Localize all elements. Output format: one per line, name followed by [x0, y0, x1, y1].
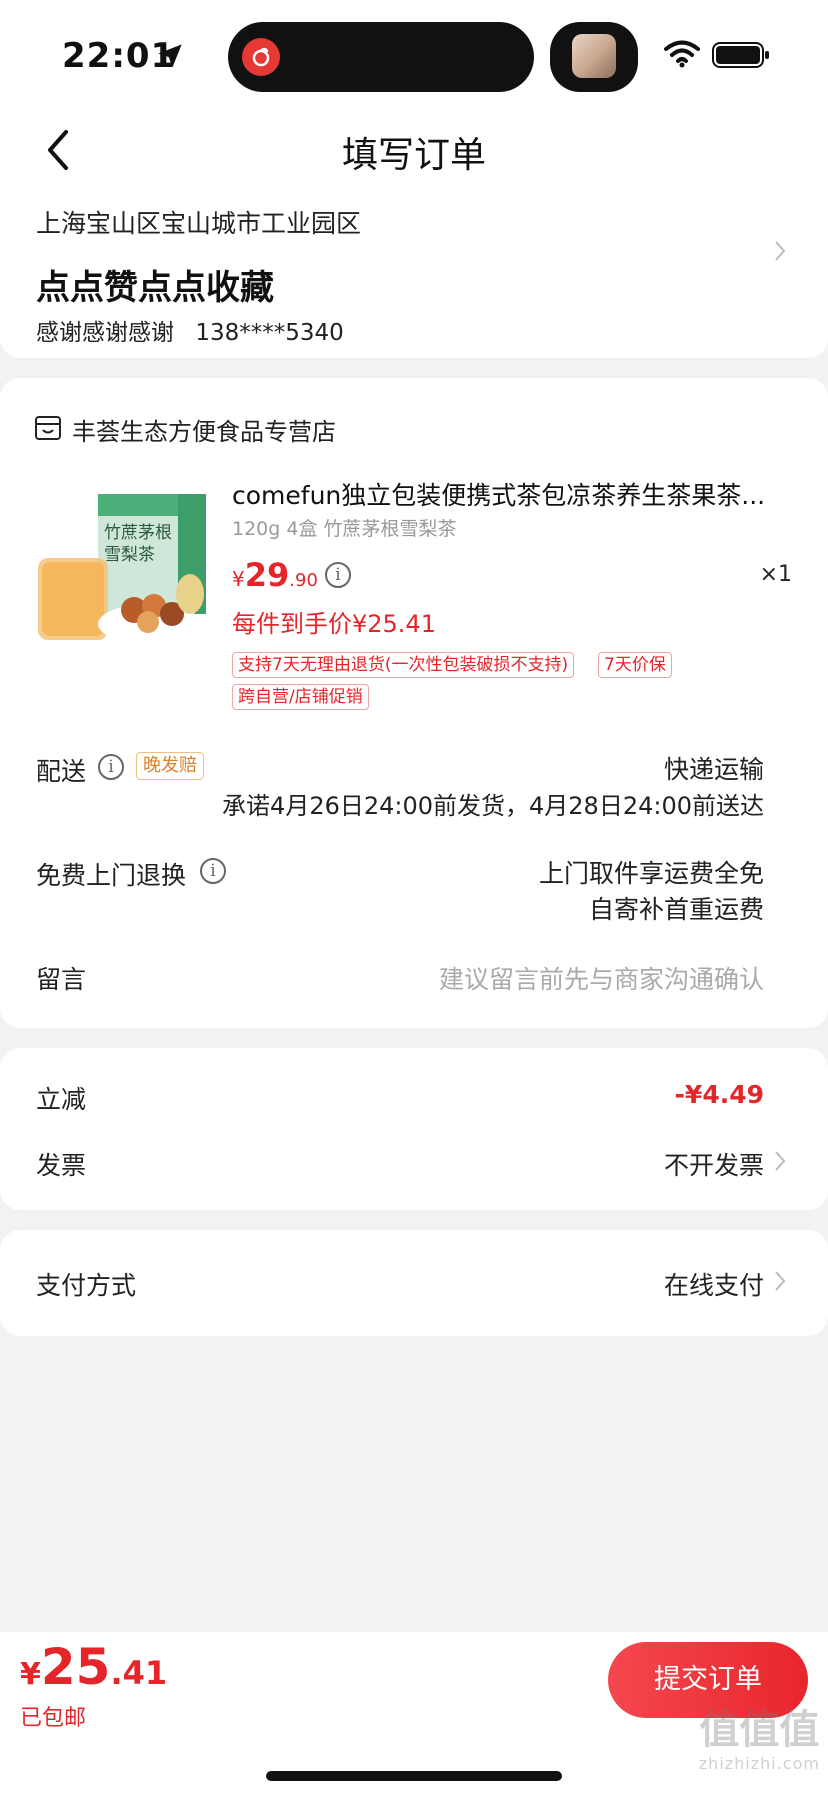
payment-label: 支付方式	[36, 1271, 137, 1300]
return-line2: 自寄补首重运费	[588, 895, 764, 924]
watermark-url: zhizhizhi.com	[698, 1754, 820, 1773]
payment-card[interactable]: 支付方式 在线支付	[0, 1230, 828, 1336]
total-price: ¥25.41	[20, 1638, 167, 1696]
battery-icon	[712, 42, 769, 68]
invoice-value[interactable]: 不开发票	[664, 1146, 764, 1182]
price-symbol: ¥	[232, 567, 245, 591]
product-image[interactable]: 竹蔗茅根 雪梨茶	[38, 486, 208, 646]
delivery-label: 配送	[36, 757, 87, 786]
recipient-phone: 138****5340	[195, 320, 344, 346]
status-bar: 22:01	[0, 0, 828, 110]
total-decimal: .41	[110, 1654, 168, 1692]
recipient-name: 感谢感谢感谢	[36, 320, 174, 346]
price-decimal: .90	[289, 570, 318, 591]
order-card: 丰荟生态方便食品专营店 竹蔗茅根 雪梨茶 comefun独立包装便携式茶包凉茶养…	[0, 378, 828, 1028]
product-price: ¥29.90	[232, 556, 318, 594]
dynamic-island	[228, 22, 534, 92]
address-card[interactable]: 上海宝山区宝山城市工业园区 点点赞点点收藏 感谢感谢感谢 138****5340	[0, 180, 828, 358]
product-quantity: ×1	[759, 562, 792, 587]
message-input[interactable]: 建议留言前先与商家沟通确认	[439, 960, 764, 996]
service-tag: 跨自营/店铺促销	[232, 684, 369, 710]
service-tag: 7天价保	[598, 652, 672, 678]
return-info-icon[interactable]: i	[200, 858, 226, 884]
chevron-right-icon	[772, 238, 788, 264]
service-tag: 支持7天无理由退货(一次性包装破损不支持)	[232, 652, 575, 678]
return-label: 免费上门退换	[36, 861, 187, 890]
live-activity	[550, 22, 638, 92]
watermark-text: 值值值	[699, 1707, 820, 1753]
home-indicator[interactable]	[266, 1771, 562, 1781]
address-contact: 感谢感谢感谢 138****5340	[36, 313, 358, 347]
checkout-bar: ¥25.41 已包邮 提交订单 值值值 zhizhizhi.com	[0, 1632, 828, 1795]
message-label: 留言	[36, 965, 87, 994]
store-name[interactable]: 丰荟生态方便食品专营店	[72, 412, 336, 447]
chevron-right-icon[interactable]	[772, 1148, 788, 1174]
discount-value: -¥4.49	[674, 1080, 764, 1109]
price-integer: 29	[244, 556, 290, 594]
invoice-label: 发票	[36, 1151, 87, 1180]
delivery-promise: 承诺4月26日24:00前发货，4月28日24:00前送达	[222, 792, 764, 820]
wifi-icon	[664, 40, 700, 68]
discount-card: 立减 -¥4.49 发票 不开发票	[0, 1048, 828, 1210]
store-icon	[35, 416, 61, 440]
discount-label: 立减	[36, 1085, 87, 1114]
page-title: 填写订单	[341, 135, 486, 176]
address-detail: 点点赞点点收藏	[36, 268, 274, 308]
svg-text:竹蔗茅根: 竹蔗茅根	[104, 523, 172, 543]
total-integer: 25	[40, 1638, 111, 1696]
hand-price: 每件到手价¥25.41	[232, 610, 436, 638]
address-region: 上海宝山区宝山城市工业园区	[36, 209, 362, 238]
music-app-icon	[242, 38, 280, 76]
return-line1: 上门取件享运费全免	[538, 859, 764, 888]
watermark: 值值值 zhizhizhi.com	[699, 1710, 820, 1772]
delivery-info-icon[interactable]: i	[98, 754, 124, 780]
total-symbol: ¥	[20, 1657, 41, 1692]
price-info-icon[interactable]: i	[325, 562, 351, 588]
product-title[interactable]: comefun独立包装便携式茶包凉茶养生茶果茶...	[232, 476, 772, 512]
svg-text:雪梨茶: 雪梨茶	[104, 545, 155, 565]
product-spec: 120g 4盒 竹蔗茅根雪梨茶	[232, 518, 457, 540]
late-compensation-tag: 晚发赔	[136, 752, 204, 780]
chevron-right-icon[interactable]	[772, 1268, 788, 1294]
delivery-method: 快递运输	[663, 755, 764, 784]
avatar	[572, 34, 616, 78]
shipping-status: 已包邮	[20, 1706, 87, 1731]
location-arrow-icon	[158, 44, 182, 68]
payment-value[interactable]: 在线支付	[664, 1266, 764, 1302]
